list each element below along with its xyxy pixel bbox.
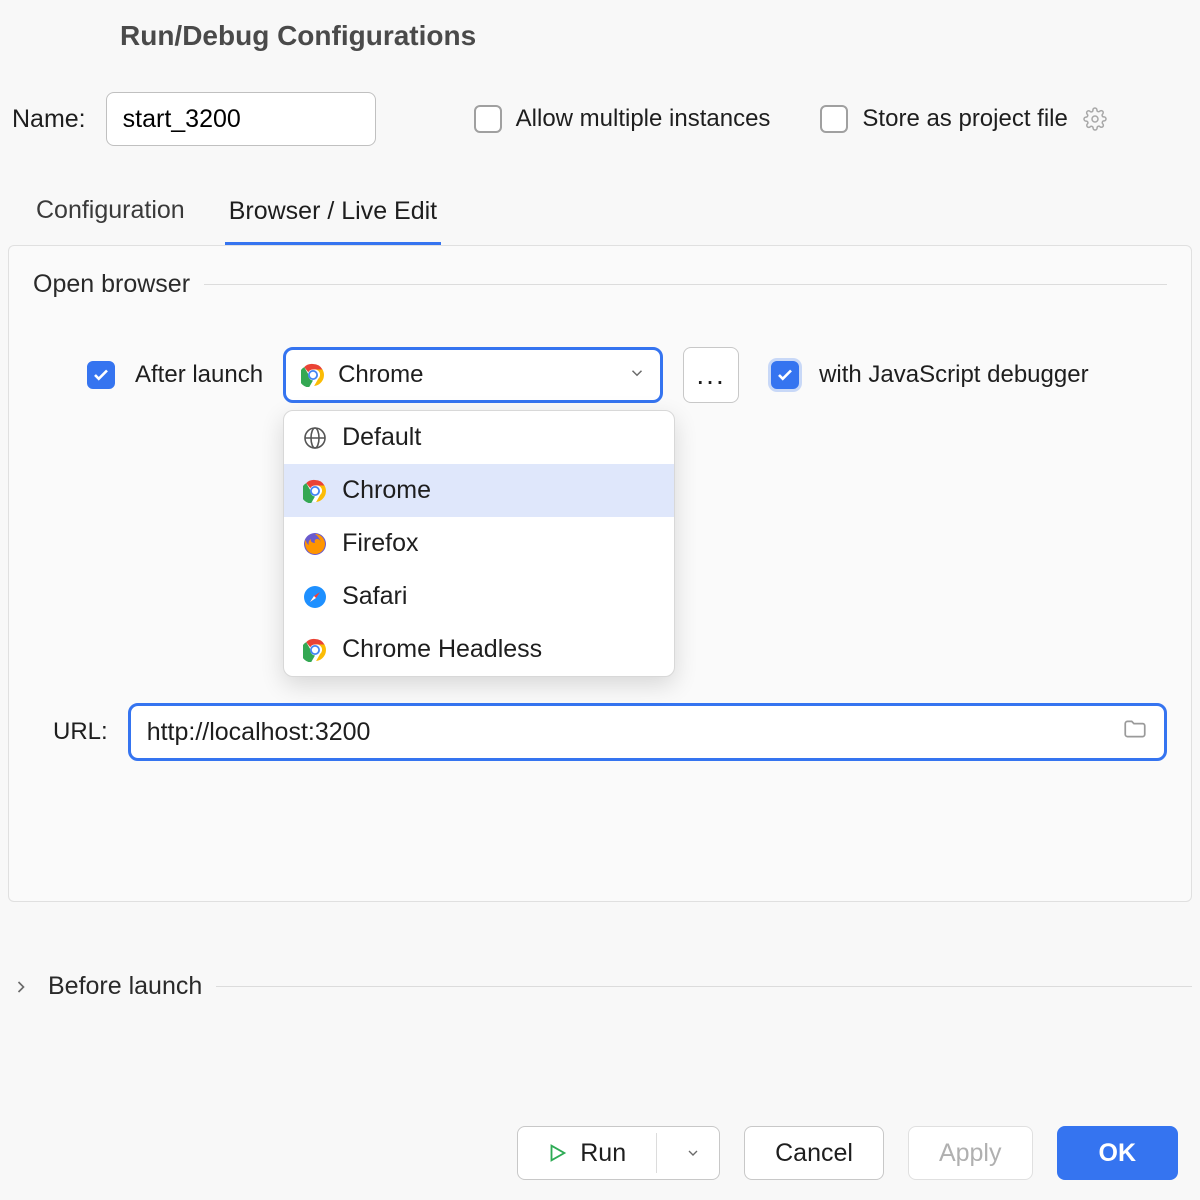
url-label: URL: [53, 718, 108, 746]
divider [216, 986, 1192, 987]
name-input[interactable] [106, 92, 376, 146]
opt-label: Firefox [342, 529, 418, 558]
before-launch-row[interactable]: Before launch [8, 972, 1192, 1001]
opt-label: Chrome Headless [342, 635, 542, 664]
firefox-icon [302, 531, 328, 557]
chrome-icon [300, 362, 326, 388]
browser-selected: Chrome [338, 361, 423, 389]
checkbox-after-launch[interactable] [87, 361, 115, 389]
before-launch-label: Before launch [48, 972, 202, 1001]
globe-icon [302, 425, 328, 451]
gear-icon[interactable] [1082, 106, 1108, 132]
separator [656, 1133, 657, 1173]
checkbox-allow-multi[interactable] [474, 105, 502, 133]
opt-label: Default [342, 423, 421, 452]
play-icon [544, 1140, 570, 1166]
browser-option-chrome[interactable]: Chrome [284, 464, 674, 517]
divider [204, 284, 1167, 285]
store-project-label: Store as project file [862, 105, 1067, 133]
folder-icon[interactable] [1122, 716, 1148, 749]
cancel-button[interactable]: Cancel [744, 1126, 884, 1180]
checkbox-store-project[interactable] [820, 105, 848, 133]
browser-option-default[interactable]: Default [284, 411, 674, 464]
allow-multi-wrap[interactable]: Allow multiple instances [474, 105, 771, 133]
open-browser-label: Open browser [33, 270, 190, 299]
chrome-icon [302, 478, 328, 504]
safari-icon [302, 584, 328, 610]
browser-option-firefox[interactable]: Firefox [284, 517, 674, 570]
js-debugger-label: with JavaScript debugger [819, 361, 1088, 389]
opt-label: Chrome [342, 476, 431, 505]
apply-button[interactable]: Apply [908, 1126, 1033, 1180]
button-row: Run Cancel Apply OK [517, 1126, 1178, 1180]
name-label: Name: [12, 105, 86, 134]
run-label: Run [580, 1139, 626, 1168]
tabs: Configuration Browser / Live Edit [0, 146, 1200, 245]
run-dropdown[interactable] [667, 1139, 719, 1168]
allow-multi-label: Allow multiple instances [516, 105, 771, 133]
before-launch-section: Before launch [8, 902, 1192, 1001]
run-button[interactable]: Run [517, 1126, 720, 1180]
after-launch-label: After launch [135, 361, 263, 389]
dots-label: ... [696, 359, 725, 391]
browse-button[interactable]: ... [683, 347, 739, 403]
config-panel: Open browser After launch Chrome Default [8, 245, 1192, 902]
launch-row: After launch Chrome Default Chrome [33, 299, 1167, 403]
opt-label: Safari [342, 582, 407, 611]
ok-button[interactable]: OK [1057, 1126, 1179, 1180]
tab-browser-live-edit[interactable]: Browser / Live Edit [225, 197, 441, 246]
run-main[interactable]: Run [518, 1139, 646, 1168]
browser-option-chrome-headless[interactable]: Chrome Headless [284, 623, 674, 676]
chevron-down-icon [628, 361, 646, 389]
checkbox-js-debugger[interactable] [771, 361, 799, 389]
open-browser-section: Open browser [33, 270, 1167, 299]
browser-option-safari[interactable]: Safari [284, 570, 674, 623]
dialog-title: Run/Debug Configurations [0, 0, 1200, 52]
tab-configuration[interactable]: Configuration [32, 196, 189, 245]
url-input[interactable]: http://localhost:3200 [128, 703, 1167, 761]
chrome-icon [302, 637, 328, 663]
browser-dropdown: Default Chrome Firefox Safari Chrome Hea… [283, 410, 675, 677]
store-project-wrap[interactable]: Store as project file [820, 105, 1107, 133]
browser-combo[interactable]: Chrome Default Chrome Firefox [283, 347, 663, 403]
name-row: Name: Allow multiple instances Store as … [0, 52, 1200, 146]
url-value: http://localhost:3200 [147, 718, 371, 747]
chevron-right-icon [8, 974, 34, 1000]
